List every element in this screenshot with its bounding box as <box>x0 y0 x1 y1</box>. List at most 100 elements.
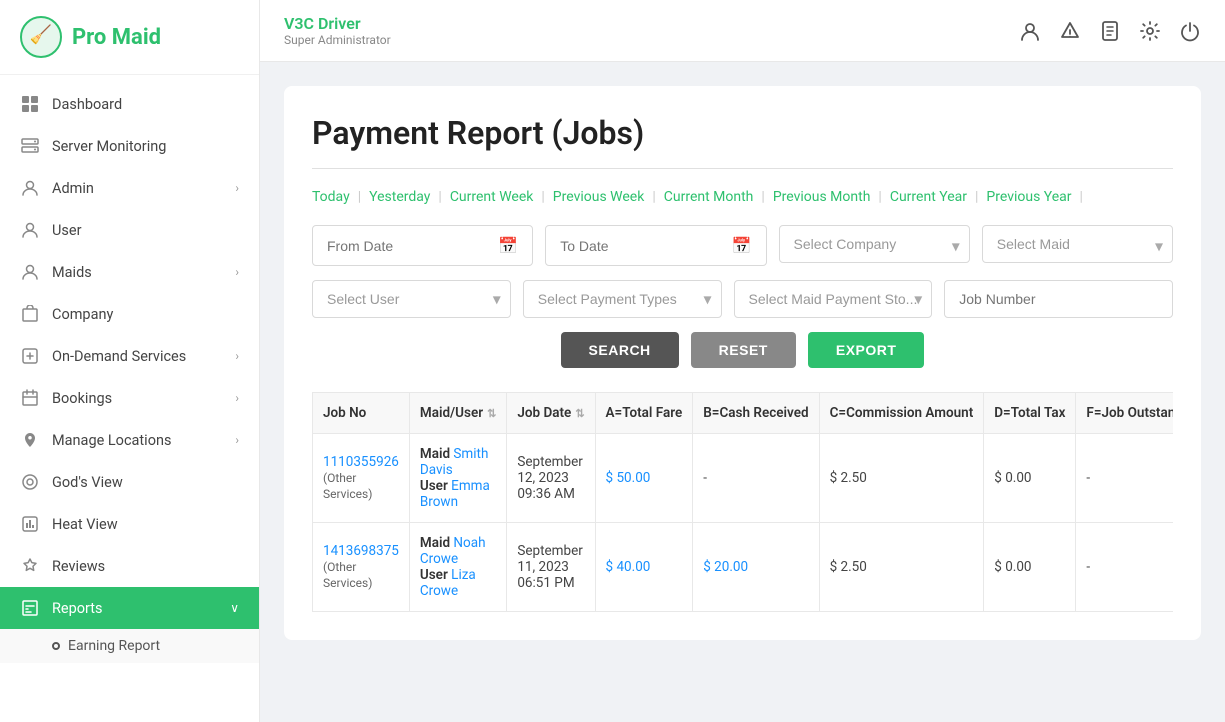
sidebar-item-manage-locations[interactable]: Manage Locations › <box>0 419 259 461</box>
total-fare-link-0[interactable]: $ 50.00 <box>606 470 651 486</box>
sidebar-item-bookings[interactable]: Bookings › <box>0 377 259 419</box>
select-user-wrap: Select User <box>312 280 511 318</box>
select-payment-types[interactable]: Select Payment Types <box>523 280 722 318</box>
header: V3C Driver Super Administrator <box>260 0 1225 62</box>
sidebar-item-heat-view-label: Heat View <box>52 516 239 533</box>
admin-icon <box>20 178 40 198</box>
cell-job-no-1: 1413698375 (Other Services) <box>313 523 410 612</box>
sidebar-item-reports-label: Reports <box>52 600 218 617</box>
select-company[interactable]: Select Company <box>779 225 970 263</box>
cell-total-tax-0: $ 0.00 <box>984 434 1076 523</box>
filter-previous-year[interactable]: Previous Year <box>978 189 1079 205</box>
on-demand-chevron-icon: › <box>235 349 239 363</box>
sidebar-item-company[interactable]: Company <box>0 293 259 335</box>
search-button[interactable]: SEARCH <box>561 332 679 368</box>
date-filter-bar: Today | Yesterday | Current Week | Previ… <box>312 189 1173 205</box>
admin-chevron-icon: › <box>235 181 239 195</box>
select-maid-wrap: Select Maid <box>982 225 1173 266</box>
filter-previous-week[interactable]: Previous Week <box>545 189 653 205</box>
sidebar-item-server-monitoring[interactable]: Server Monitoring <box>0 125 259 167</box>
cell-outstanding-1: - <box>1076 523 1173 612</box>
export-button[interactable]: EXPORT <box>808 332 925 368</box>
server-monitoring-icon <box>20 136 40 156</box>
job-no-link-0[interactable]: 1110355926 <box>323 454 399 470</box>
cell-total-fare-1: $ 40.00 <box>595 523 693 612</box>
filter-previous-month[interactable]: Previous Month <box>765 189 879 205</box>
col-header-job-date: Job Date ⇅ <box>507 393 595 434</box>
reviews-icon <box>20 556 40 576</box>
user-profile-icon[interactable] <box>1019 20 1041 42</box>
col-header-commission: C=Commission Amount <box>819 393 984 434</box>
alert-icon[interactable] <box>1059 20 1081 42</box>
cash-received-link-1[interactable]: $ 20.00 <box>703 559 748 575</box>
sidebar-item-reviews[interactable]: Reviews <box>0 545 259 587</box>
to-date-calendar-icon: 📅 <box>732 236 752 255</box>
col-header-cash-received: B=Cash Received <box>693 393 819 434</box>
job-type-0: (Other Services) <box>323 471 372 501</box>
sidebar-item-reports[interactable]: Reports ∨ <box>0 587 259 629</box>
to-date-input[interactable] <box>560 238 731 254</box>
cell-outstanding-0: - <box>1076 434 1173 523</box>
settings-icon[interactable] <box>1139 20 1161 42</box>
from-date-input-wrap[interactable]: 📅 <box>312 225 533 266</box>
col-header-job-outstanding: F=Job Outstanding Amount <box>1076 393 1173 434</box>
location-icon <box>20 430 40 450</box>
power-icon[interactable] <box>1179 20 1201 42</box>
select-maid-payment-status[interactable]: Select Maid Payment Sto... <box>734 280 933 318</box>
sidebar-item-admin[interactable]: Admin › <box>0 167 259 209</box>
document-icon[interactable] <box>1099 20 1121 42</box>
cell-maid-user-0: Maid Smith Davis User Emma Brown <box>409 434 506 523</box>
sidebar-item-user-label: User <box>52 222 239 239</box>
user-label-0: User <box>420 478 451 494</box>
job-date-sort-icon[interactable]: ⇅ <box>575 407 584 420</box>
from-date-calendar-icon: 📅 <box>498 236 518 255</box>
cell-total-tax-1: $ 0.00 <box>984 523 1076 612</box>
header-icons <box>1019 20 1201 42</box>
sidebar-item-bookings-label: Bookings <box>52 390 223 407</box>
sidebar-item-gods-view[interactable]: God's View <box>0 461 259 503</box>
header-subtitle: Super Administrator <box>284 33 391 47</box>
select-maid[interactable]: Select Maid <box>982 225 1173 263</box>
select-company-wrap: Select Company <box>779 225 970 266</box>
job-number-input-wrap[interactable] <box>944 280 1173 318</box>
sidebar-item-on-demand[interactable]: On-Demand Services › <box>0 335 259 377</box>
from-date-input[interactable] <box>327 238 498 254</box>
job-no-link-1[interactable]: 1413698375 <box>323 543 399 559</box>
maids-chevron-icon: › <box>235 265 239 279</box>
select-user[interactable]: Select User <box>312 280 511 318</box>
sidebar-item-company-label: Company <box>52 306 239 323</box>
dashboard-icon <box>20 94 40 114</box>
job-number-input[interactable] <box>959 291 1158 307</box>
sidebar-item-reviews-label: Reviews <box>52 558 239 575</box>
maid-user-sort-icon[interactable]: ⇅ <box>487 407 496 420</box>
sidebar-item-maids[interactable]: Maids › <box>0 251 259 293</box>
heat-view-icon <box>20 514 40 534</box>
to-date-input-wrap[interactable]: 📅 <box>545 225 766 266</box>
sidebar-item-dashboard-label: Dashboard <box>52 96 239 113</box>
sidebar-item-earning-report[interactable]: Earning Report <box>52 629 259 663</box>
filter-current-year[interactable]: Current Year <box>882 189 975 205</box>
filter-current-month[interactable]: Current Month <box>656 189 762 205</box>
cell-cash-received-1: $ 20.00 <box>693 523 819 612</box>
cell-job-date-0: September 12, 2023 09:36 AM <box>507 434 595 523</box>
cell-cash-received-0: - <box>693 434 819 523</box>
sidebar-item-dashboard[interactable]: Dashboard <box>0 83 259 125</box>
reset-button[interactable]: RESET <box>691 332 796 368</box>
total-fare-link-1[interactable]: $ 40.00 <box>606 559 651 575</box>
cell-commission-1: $ 2.50 <box>819 523 984 612</box>
bookings-icon <box>20 388 40 408</box>
sidebar-item-gods-view-label: God's View <box>52 474 239 491</box>
filter-today[interactable]: Today <box>312 189 358 205</box>
title-divider <box>312 168 1173 169</box>
maids-icon <box>20 262 40 282</box>
header-title: V3C Driver <box>284 14 391 33</box>
sidebar-item-user[interactable]: User <box>0 209 259 251</box>
filter-current-week[interactable]: Current Week <box>442 189 542 205</box>
reports-icon <box>20 598 40 618</box>
sidebar-item-heat-view[interactable]: Heat View <box>0 503 259 545</box>
filter-row-2: Select User Select Payment Types Select … <box>312 280 1173 318</box>
select-maid-payment-status-wrap: Select Maid Payment Sto... <box>734 280 933 318</box>
filter-yesterday[interactable]: Yesterday <box>361 189 438 205</box>
cell-job-date-1: September 11, 2023 06:51 PM <box>507 523 595 612</box>
sidebar-navigation: Dashboard Server Monitoring Admin › User <box>0 75 259 722</box>
